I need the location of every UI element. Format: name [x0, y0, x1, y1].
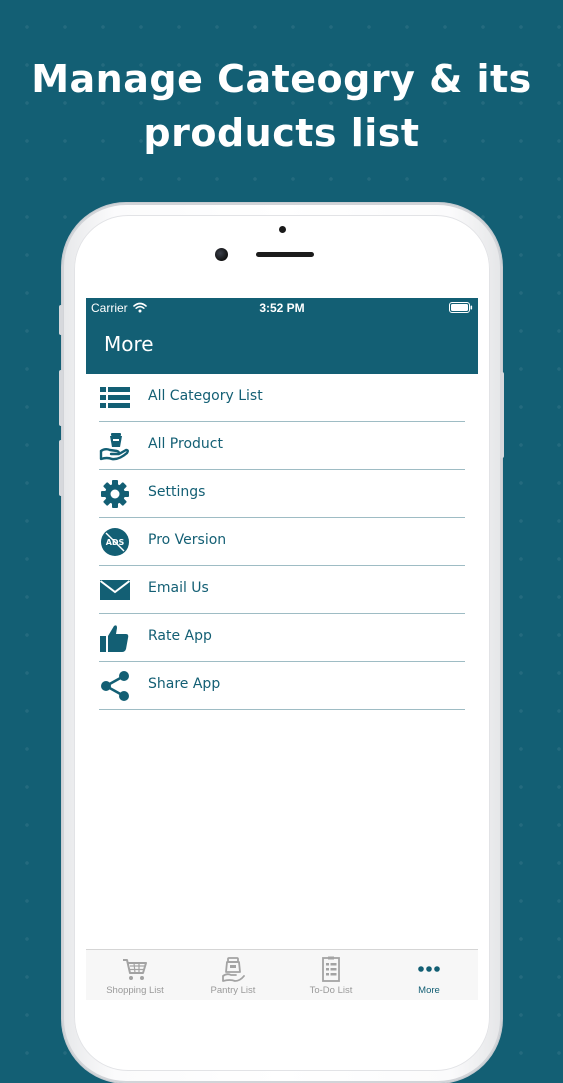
no-ads-icon: ADS — [101, 528, 129, 556]
gear-icon — [101, 480, 129, 508]
tab-label: More — [418, 985, 440, 996]
menu-item-label: Rate App — [148, 628, 212, 644]
tab-more[interactable]: More — [380, 950, 478, 1000]
tab-pantry-list[interactable]: Pantry List — [184, 950, 282, 1000]
menu-item-email-us[interactable]: Email Us — [99, 566, 465, 614]
menu-item-settings[interactable]: Settings — [99, 470, 465, 518]
envelope-icon — [99, 580, 131, 600]
tab-label: Pantry List — [210, 985, 256, 996]
menu-item-pro-version[interactable]: ADS Pro Version — [99, 518, 465, 566]
menu-item-all-product[interactable]: All Product — [99, 422, 465, 470]
headline-line-1: Manage Cateogry & its — [31, 57, 532, 101]
navigation-bar: More — [86, 318, 478, 374]
earpiece-speaker — [256, 252, 314, 257]
product-hand-icon — [99, 433, 129, 461]
tab-label: To-Do List — [309, 985, 353, 996]
menu-item-label: All Category List — [148, 388, 263, 404]
phone-power-button — [500, 372, 504, 458]
marketing-headline: Manage Cateogry & its products list — [0, 52, 563, 160]
menu-item-label: Settings — [148, 484, 206, 500]
share-icon — [101, 671, 129, 701]
status-time: 3:52 PM — [259, 301, 305, 315]
tab-shopping-list[interactable]: Shopping List — [86, 950, 184, 1000]
phone-volume-up-button — [59, 370, 63, 426]
tab-bar: Shopping List Pantry List To-Do List Mor… — [86, 949, 478, 1000]
headline-line-2: products list — [143, 111, 420, 155]
menu-item-share-app[interactable]: Share App — [99, 662, 465, 710]
more-dots-icon — [418, 966, 440, 972]
list-icon — [100, 387, 130, 408]
page-title: More — [104, 332, 154, 356]
more-menu-list: All Category List All Product Settings A… — [99, 374, 465, 710]
phone-mute-switch — [59, 305, 63, 335]
menu-item-label: All Product — [148, 436, 223, 452]
app-screen: Carrier 3:52 PM More All Category List A… — [86, 298, 478, 1000]
status-bar: Carrier 3:52 PM — [86, 298, 478, 318]
menu-item-label: Share App — [148, 676, 221, 692]
phone-volume-down-button — [59, 440, 63, 496]
todo-list-icon — [322, 956, 340, 982]
front-sensor — [279, 226, 286, 233]
tab-to-do-list[interactable]: To-Do List — [282, 950, 380, 1000]
front-camera — [215, 248, 228, 261]
tab-label: Shopping List — [106, 985, 164, 996]
thumbs-up-icon — [100, 625, 129, 652]
svg-text:ADS: ADS — [106, 538, 125, 547]
menu-item-all-category-list[interactable]: All Category List — [99, 374, 465, 422]
battery-icon — [449, 302, 473, 313]
menu-item-label: Pro Version — [148, 532, 227, 548]
menu-item-rate-app[interactable]: Rate App — [99, 614, 465, 662]
menu-item-label: Email Us — [148, 580, 209, 596]
cart-icon — [123, 959, 147, 980]
pantry-icon — [222, 957, 245, 982]
